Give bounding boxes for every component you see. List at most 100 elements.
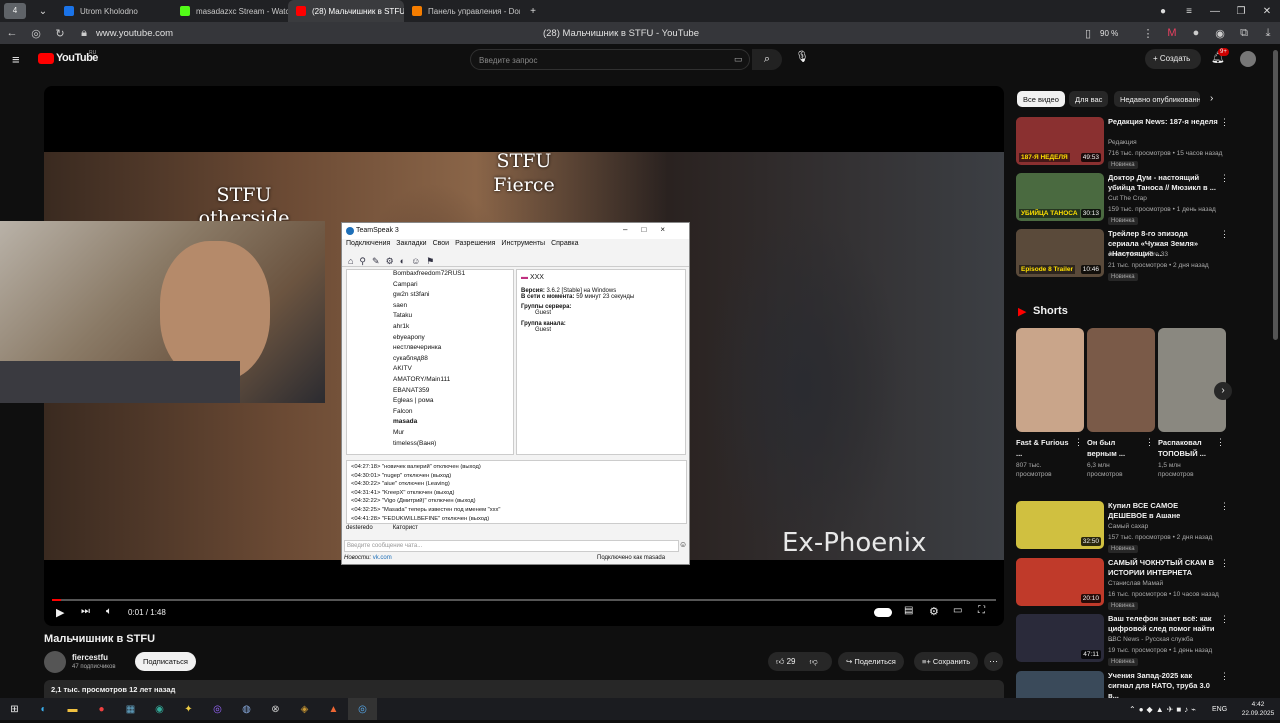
more-icon[interactable]: ⋮ (1220, 614, 1229, 625)
extension-icon[interactable]: M (1160, 27, 1184, 39)
user-row[interactable]: Mur (347, 429, 513, 440)
volume-icon[interactable]: 🔈︎ (106, 606, 112, 617)
channel-name[interactable]: fiercestfu (72, 653, 108, 662)
channel-name[interactable]: Редакция (1108, 139, 1137, 146)
bookmark-icon[interactable]: ▯ (1076, 27, 1100, 40)
menu-item[interactable]: Свои (433, 240, 450, 250)
like-count[interactable]: 29 (787, 657, 796, 666)
maximize-button[interactable]: ❐ (1228, 6, 1254, 17)
short-title[interactable]: Fast & Furious ... (1016, 437, 1072, 459)
filter-chip[interactable]: Недавно опубликованные (1114, 91, 1200, 107)
user-row[interactable]: Tataku (347, 312, 513, 323)
tray-icons[interactable]: ⌃●◆▲✈■♪⌁ (1116, 698, 1212, 720)
like-icon[interactable]: 👍︎ (776, 657, 787, 666)
tab-count-badge[interactable]: 4 (4, 3, 26, 19)
app-icon[interactable]: ◈ (290, 698, 319, 720)
channel-name[interactable]: Jeremy Ice & Fire 33 (1108, 251, 1168, 258)
profile-icon[interactable]: ● (1150, 6, 1176, 17)
extension-icon[interactable]: ◉ (1208, 27, 1232, 40)
share-button[interactable]: ↪ Поделиться (838, 652, 904, 671)
short-title[interactable]: Он был верным ... (1087, 437, 1143, 459)
video-meta[interactable]: 2,1 тыс. просмотров 12 лет назад (44, 680, 1004, 698)
next-icon[interactable]: ⏭ (81, 606, 90, 617)
scrollbar[interactable] (1273, 50, 1278, 340)
more-icon[interactable]: ⋮ (1220, 671, 1229, 682)
minimize-button[interactable]: — (1202, 6, 1228, 17)
video-title[interactable]: Купил ВСЕ САМОЕ ДЕШЕВОЕ в Ашане (1108, 501, 1218, 521)
user-row[interactable]: gw2n st3fani (347, 291, 513, 302)
more-icon[interactable]: ⋮ (1220, 501, 1229, 512)
youtube-logo-icon[interactable] (38, 53, 54, 64)
reload-icon[interactable]: ↻ (48, 27, 72, 40)
more-icon[interactable]: ⋮ (1220, 173, 1229, 184)
video-title[interactable]: Учения Запад-2025 как сигнал для НАТО, т… (1108, 671, 1218, 701)
fullscreen-icon[interactable]: ⛶ (978, 605, 985, 616)
short-thumbnail[interactable] (1158, 328, 1226, 432)
user-row[interactable]: EBANAT359 (347, 387, 513, 398)
search-icon[interactable]: ⌕ (752, 49, 782, 70)
video-thumbnail[interactable]: 32:50 (1016, 501, 1104, 549)
close-window-button[interactable]: ✕ (1254, 6, 1280, 17)
user-row[interactable]: masada (347, 418, 513, 429)
short-thumbnail[interactable] (1016, 328, 1084, 432)
related-video-card[interactable]: УБИЙЦА ТАНОСА 30:13 Доктор Дум - настоящий… (1016, 173, 1230, 225)
play-icon[interactable]: ▶ (56, 606, 64, 619)
chevron-right-icon[interactable]: › (1210, 93, 1213, 104)
url-field[interactable]: www.youtube.com (96, 28, 296, 39)
steam-icon[interactable]: ◍ (232, 698, 261, 720)
related-video-card[interactable]: Episode 8 Trailer 10:46 Трейлер 8-го эпизо… (1016, 229, 1230, 281)
short-thumbnail[interactable] (1087, 328, 1155, 432)
menu-item[interactable]: Подключения (346, 240, 390, 250)
related-video-card[interactable]: 47:11 Ваш телефон знает всё: как цифровой… (1016, 614, 1230, 666)
subscribe-button[interactable]: Подписаться (135, 652, 196, 671)
toolbar-icons[interactable]: ⌂⚲✎⚙◐☺⚑ (348, 256, 440, 266)
yandex-browser-icon[interactable]: ● (87, 698, 116, 720)
chevron-right-icon[interactable]: › (1214, 382, 1232, 400)
user-row[interactable]: timeless(Ваня) (347, 440, 513, 451)
menu-item[interactable]: Закладки (396, 240, 426, 250)
language-indicator[interactable]: ENG (1212, 706, 1236, 713)
microphone-icon[interactable]: 🎙︎ (794, 50, 810, 68)
dislike-icon[interactable]: 👎︎ (810, 657, 818, 666)
autoplay-toggle[interactable] (874, 608, 892, 617)
app-icon[interactable]: ▲ (319, 698, 348, 720)
tab-donation[interactable]: Панель управления - Don (404, 0, 520, 22)
related-video-card[interactable]: 32:50 Купил ВСЕ САМОЕ ДЕШЕВОЕ в Ашане Самы… (1016, 501, 1230, 553)
menu-item[interactable]: Справка (551, 240, 578, 250)
user-row[interactable]: Egleas | рома (347, 397, 513, 408)
extensions-icon[interactable]: ⧉ (1232, 27, 1256, 40)
more-icon[interactable]: ⋮ (1216, 437, 1225, 448)
more-actions-icon[interactable]: ⋯ (984, 652, 1003, 671)
menu-item[interactable]: Разрешения (455, 240, 495, 250)
user-row[interactable]: сукабляд88 (347, 355, 513, 366)
tab-kick[interactable]: masadazxc Stream - Watc (172, 0, 288, 22)
emoji-icon[interactable]: ☺ (679, 540, 687, 549)
more-icon[interactable]: ⋮ (1220, 117, 1229, 128)
video-thumbnail[interactable]: Episode 8 Trailer 10:46 (1016, 229, 1104, 277)
shield-icon[interactable]: ◎ (24, 27, 48, 40)
obs-icon[interactable]: ◎ (203, 698, 232, 720)
video-thumbnail[interactable]: 47:11 (1016, 614, 1104, 662)
folder-icon[interactable]: ▬ (58, 698, 87, 720)
chat-tab[interactable]: Каторист (393, 525, 418, 531)
channel-name[interactable]: BBC News - Русская служба (1108, 636, 1193, 643)
windows-start-icon[interactable]: ⊞ (0, 698, 29, 720)
chevron-down-icon[interactable]: ⌄ (30, 6, 56, 17)
user-row[interactable]: AMATORY/Main111 (347, 376, 513, 387)
telegram-icon[interactable]: ◉ (145, 698, 174, 720)
channel-name[interactable]: Станислав Мамай (1108, 580, 1163, 587)
more-icon[interactable]: ⋮ (1074, 437, 1083, 448)
video-thumbnail[interactable]: 187-Я НЕДЕЛЯ 49:53 (1016, 117, 1104, 165)
more-icon[interactable]: ⋮ (1220, 558, 1229, 569)
download-icon[interactable]: ⤓ (1256, 27, 1280, 40)
related-video-card[interactable]: 187-Я НЕДЕЛЯ 49:53 Редакция News: 187-я не… (1016, 117, 1230, 169)
back-icon[interactable]: ← (0, 27, 24, 39)
video-thumbnail[interactable]: УБИЙЦА ТАНОСА 30:13 (1016, 173, 1104, 221)
related-video-card[interactable]: 20:10 САМЫЙ ЧОКНУТЫЙ СКАМ В ИСТОРИИ ИНТЕР… (1016, 557, 1230, 610)
edge-icon[interactable]: ◐ (29, 698, 58, 720)
teamspeak-taskbar-icon[interactable]: ◎ (348, 698, 377, 720)
clock[interactable]: 4:42 22.09.2025 (1236, 700, 1280, 718)
hamburger-menu-icon[interactable]: ≡ (12, 52, 20, 67)
gear-icon[interactable]: ⚙ (929, 605, 939, 618)
save-button[interactable]: ≡+ Сохранить (914, 652, 979, 671)
